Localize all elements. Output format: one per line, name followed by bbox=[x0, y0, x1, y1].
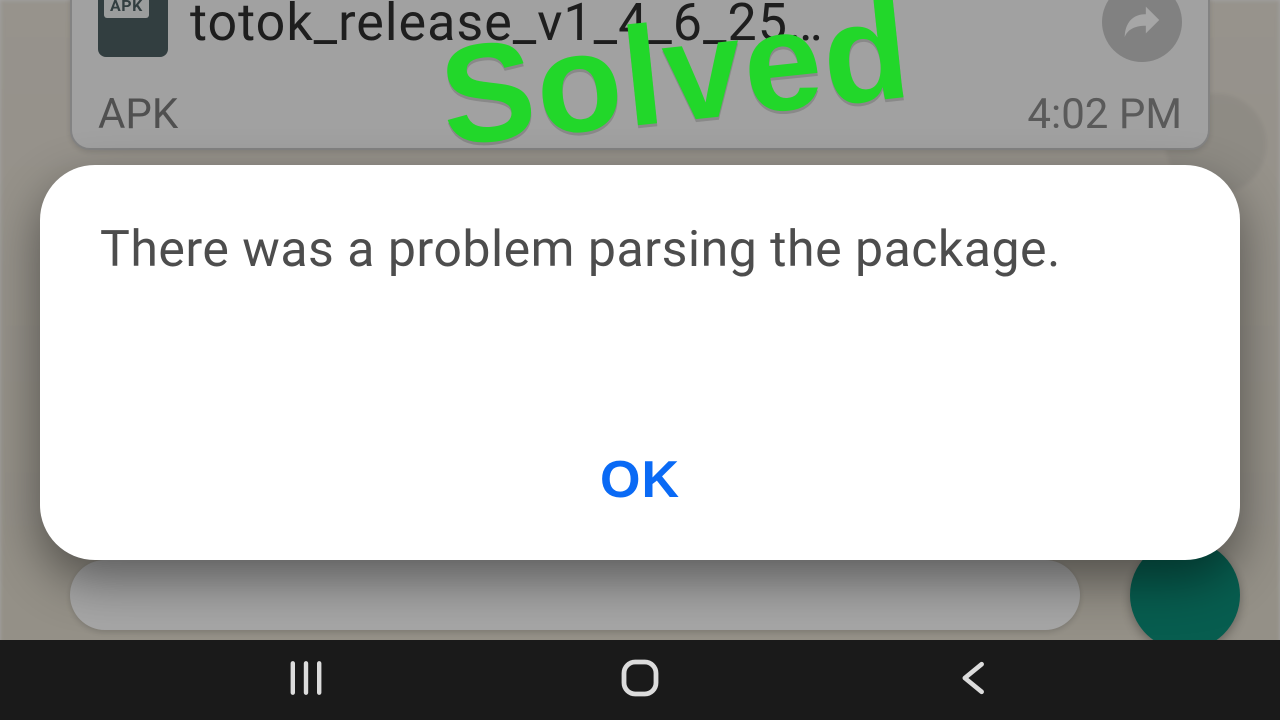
home-button[interactable] bbox=[612, 652, 668, 708]
error-dialog: There was a problem parsing the package.… bbox=[40, 165, 1240, 560]
back-icon bbox=[951, 655, 997, 705]
back-button[interactable] bbox=[946, 652, 1002, 708]
ok-button[interactable]: OK bbox=[570, 440, 710, 520]
system-navigation-bar bbox=[0, 640, 1280, 720]
error-dialog-message: There was a problem parsing the package. bbox=[100, 220, 1180, 280]
recent-apps-icon bbox=[284, 656, 328, 704]
home-icon bbox=[616, 654, 664, 706]
recent-apps-button[interactable] bbox=[278, 652, 334, 708]
